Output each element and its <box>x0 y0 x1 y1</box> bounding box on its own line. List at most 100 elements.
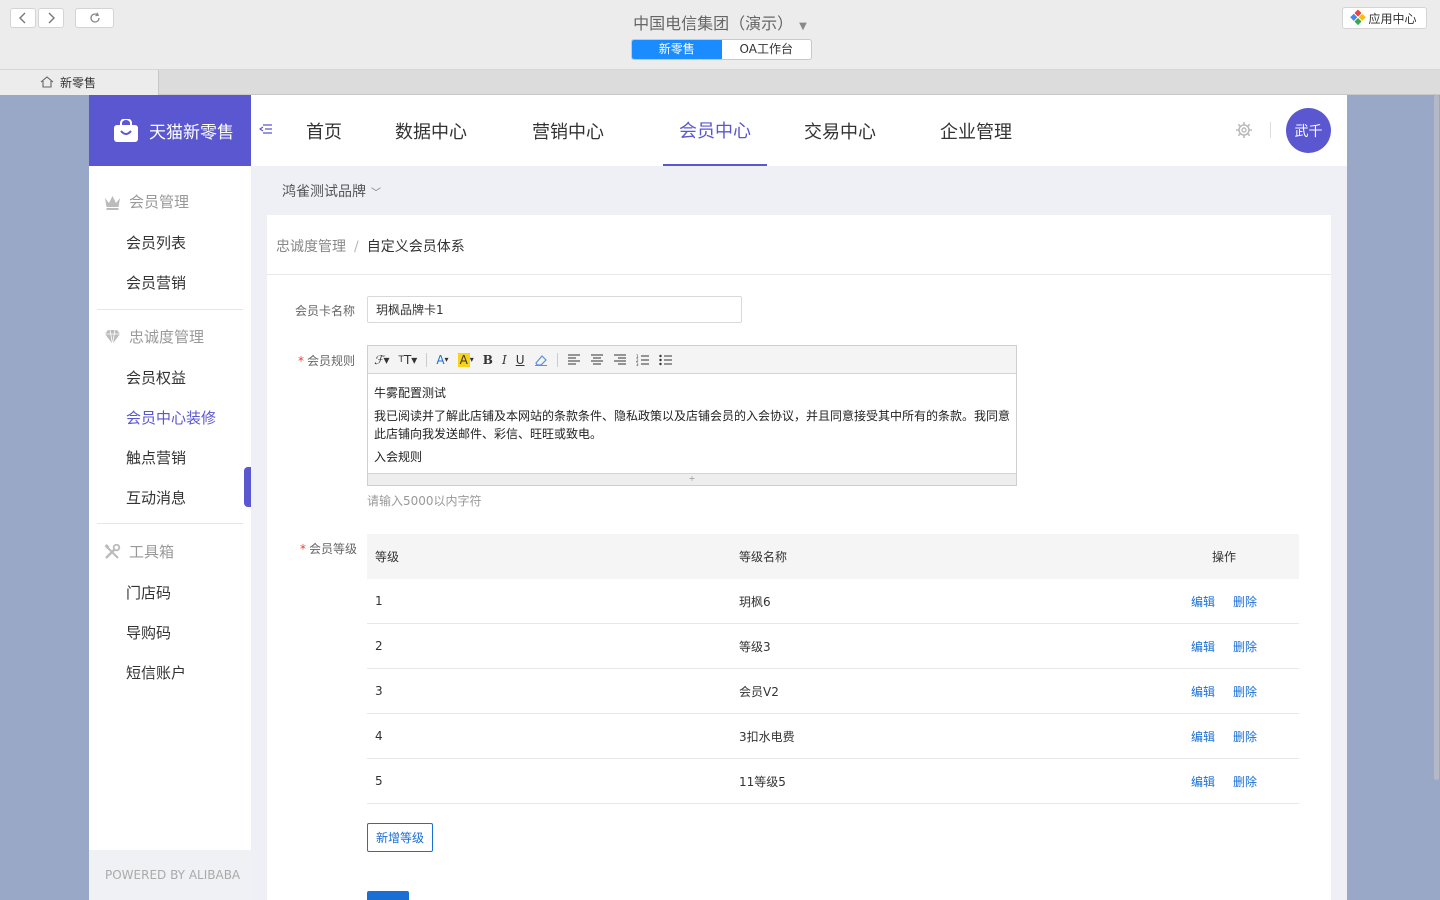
sidebar-item-member-center-decoration[interactable]: 会员中心装修 <box>126 407 216 428</box>
nav-enterprise-management[interactable]: 企业管理 <box>931 95 1021 166</box>
edit-link[interactable]: 编辑 <box>1191 775 1215 789</box>
resize-handle[interactable]: ÷ <box>368 473 1016 485</box>
nav-marketing-center[interactable]: 营销中心 <box>523 95 613 166</box>
italic-icon[interactable]: I <box>502 353 507 367</box>
sidebar-item-member-rights[interactable]: 会员权益 <box>126 367 186 388</box>
underline-icon[interactable]: U <box>516 353 525 367</box>
delete-link[interactable]: 删除 <box>1233 685 1257 699</box>
sidebar-group-member-management[interactable]: 会员管理 <box>104 191 189 212</box>
brand-logo[interactable]: 天猫新零售 <box>89 95 251 166</box>
brand-name: 天猫新零售 <box>149 123 234 143</box>
font-size-icon[interactable]: T T▾ <box>398 353 417 367</box>
sidebar-item-member-list[interactable]: 会员列表 <box>126 232 186 253</box>
rich-text-editor[interactable]: ℱ ▾ T T▾ A ▾ A ▾ B I U 123 牛雾配置测试 我已阅读并了… <box>367 345 1017 486</box>
delete-link[interactable]: 删除 <box>1233 730 1257 744</box>
app-center-logo-icon <box>1350 9 1367 27</box>
breadcrumb: 忠诚度管理 / 自定义会员体系 <box>276 236 465 256</box>
add-level-button[interactable]: 新增等级 <box>367 823 433 852</box>
powered-by-footer: POWERED BY ALIBABA <box>89 850 251 900</box>
highlight-color-icon[interactable]: A ▾ <box>457 352 474 367</box>
sidebar-item-guide-code[interactable]: 导购码 <box>126 622 171 643</box>
sidebar-divider <box>97 523 243 524</box>
bold-icon[interactable]: B <box>483 353 493 367</box>
delete-link[interactable]: 删除 <box>1233 775 1257 789</box>
card-name-input[interactable]: 玥枫品牌卡1 <box>367 296 742 323</box>
edit-link[interactable]: 编辑 <box>1191 685 1215 699</box>
sidebar-group-loyalty-management[interactable]: 忠诚度管理 <box>104 326 204 347</box>
sidebar-item-store-code[interactable]: 门店码 <box>126 582 171 603</box>
segment-oa[interactable]: OA工作台 <box>722 40 812 59</box>
levels-label: * 会员等级 <box>277 540 357 557</box>
sidebar-group-toolbox[interactable]: 工具箱 <box>104 541 174 562</box>
level-name-cell: 3扣水电费 <box>739 729 795 744</box>
brand-selector[interactable]: 鸿雀测试品牌 ﹀ <box>282 181 381 201</box>
edit-link[interactable]: 编辑 <box>1191 640 1215 654</box>
page-scrollbar[interactable] <box>1434 95 1439 780</box>
svg-text:3: 3 <box>636 362 639 366</box>
sidebar: 会员管理 会员列表 会员营销 忠诚度管理 会员权益 会员中心装修 触点营销 互动… <box>89 166 251 900</box>
align-right-icon[interactable] <box>613 354 627 365</box>
sidebar-item-member-marketing[interactable]: 会员营销 <box>126 272 186 293</box>
rules-label: * 会员规则 <box>277 352 355 369</box>
editor-paragraph: 牛雾配置测试 <box>374 386 447 400</box>
sidebar-item-sms-account[interactable]: 短信账户 <box>126 662 186 683</box>
sidebar-group-title: 会员管理 <box>129 193 190 211</box>
rules-label-text: 会员规则 <box>306 354 355 368</box>
editor-content[interactable]: 牛雾配置测试 我已阅读并了解此店铺及本网站的条款条件、隐私政策以及店铺会员的入会… <box>368 374 1016 481</box>
align-left-icon[interactable] <box>567 354 581 365</box>
delete-link[interactable]: 删除 <box>1233 595 1257 609</box>
header-divider <box>1270 122 1271 138</box>
required-mark: * <box>297 354 304 368</box>
sidebar-item-interactive-messages[interactable]: 互动消息 <box>126 487 186 508</box>
top-navigation: 首页 数据中心 营销中心 会员中心 交易中心 企业管理 武千 <box>251 95 1347 166</box>
app-center-button[interactable]: 应用中心 <box>1342 7 1427 29</box>
sidebar-item-touchpoint-marketing[interactable]: 触点营销 <box>126 447 186 468</box>
diamond-icon <box>105 329 120 344</box>
workspace-switch[interactable]: 新零售 OA工作台 <box>631 39 812 60</box>
shop-bag-icon <box>114 118 138 142</box>
tab-new-retail[interactable]: 新零售 <box>0 70 159 95</box>
edit-link[interactable]: 编辑 <box>1191 730 1215 744</box>
brand-selector-value: 鸿雀测试品牌 <box>282 184 366 200</box>
app-center-label: 应用中心 <box>1368 11 1417 26</box>
avatar[interactable]: 武千 <box>1286 108 1331 153</box>
toolbar-separator <box>426 352 428 367</box>
gear-icon[interactable] <box>1235 121 1253 139</box>
level-name-cell: 会员V2 <box>739 684 779 699</box>
editor-paragraph: 入会规则 <box>374 450 423 464</box>
breadcrumb-link-loyalty[interactable]: 忠诚度管理 <box>276 239 346 255</box>
text-color-icon[interactable]: A ▾ <box>436 353 448 367</box>
nav-trade-center[interactable]: 交易中心 <box>795 95 885 166</box>
table-header: 等级 等级名称 操作 <box>367 534 1299 579</box>
required-mark: * <box>299 542 306 556</box>
nav-data-center[interactable]: 数据中心 <box>386 95 476 166</box>
window-title[interactable]: 中国电信集团（演示） ▼ <box>0 10 1440 34</box>
eraser-icon[interactable] <box>534 354 548 366</box>
window-titlebar: 中国电信集团（演示） ▼ 新零售 OA工作台 应用中心 <box>0 0 1440 70</box>
level-cell: 5 <box>375 774 383 788</box>
actions-cell: 编辑 删除 <box>1149 728 1299 745</box>
level-name-cell: 11等级5 <box>739 774 786 789</box>
actions-cell: 编辑 删除 <box>1149 683 1299 700</box>
chevron-down-icon: ﹀ <box>371 188 381 199</box>
tools-icon <box>104 543 121 559</box>
font-family-icon[interactable]: ℱ ▾ <box>374 353 389 367</box>
delete-link[interactable]: 删除 <box>1233 640 1257 654</box>
unordered-list-icon[interactable] <box>658 354 673 366</box>
level-cell: 2 <box>375 639 383 653</box>
edit-link[interactable]: 编辑 <box>1191 595 1215 609</box>
column-header-actions: 操作 <box>1211 550 1236 564</box>
editor-toolbar: ℱ ▾ T T▾ A ▾ A ▾ B I U 123 <box>368 346 1016 374</box>
level-cell: 1 <box>375 594 383 608</box>
tab-bar: 新零售 <box>0 70 1440 95</box>
collapse-menu-icon[interactable] <box>259 123 273 135</box>
caret-down-icon: ▼ <box>799 21 807 32</box>
ordered-list-icon[interactable]: 123 <box>636 354 650 366</box>
align-center-icon[interactable] <box>590 354 604 365</box>
nav-home[interactable]: 首页 <box>295 95 353 166</box>
save-button[interactable] <box>367 891 409 900</box>
level-cell: 3 <box>375 684 383 698</box>
tab-label: 新零售 <box>60 76 97 90</box>
segment-new-retail[interactable]: 新零售 <box>632 40 722 59</box>
nav-member-center[interactable]: 会员中心 <box>663 95 767 166</box>
